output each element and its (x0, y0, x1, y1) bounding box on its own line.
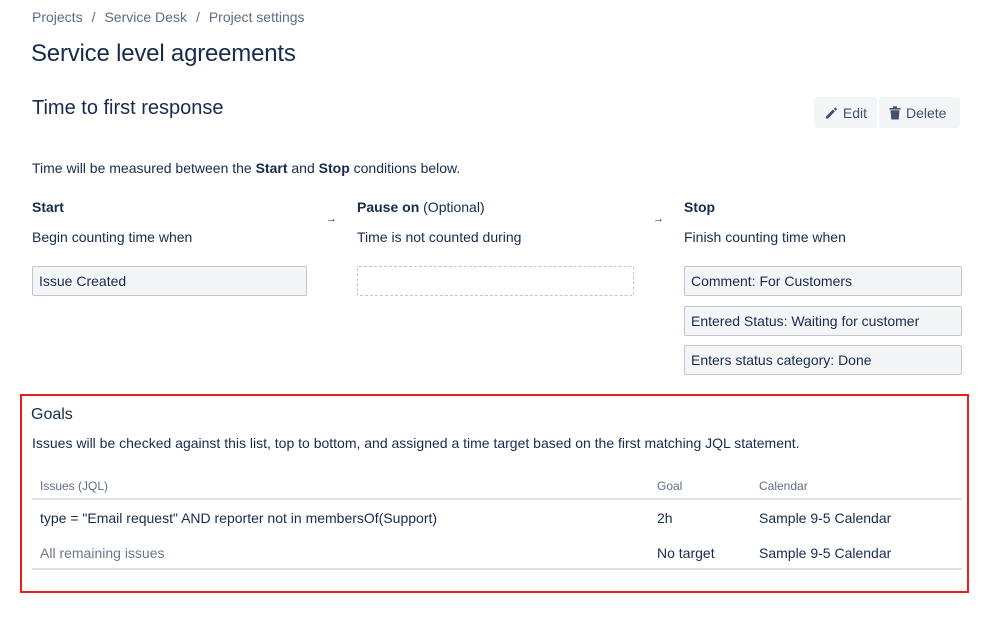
column-header-jql: Issues (JQL) (40, 479, 109, 493)
stop-subtitle: Finish counting time when (684, 229, 846, 245)
breadcrumb: Projects / Service Desk / Project settin… (32, 9, 305, 25)
column-header-goal: Goal (657, 479, 683, 493)
goal-target: 2h (657, 510, 673, 526)
goal-calendar: Sample 9-5 Calendar (759, 510, 892, 526)
edit-label: Edit (842, 104, 867, 121)
column-header-calendar: Calendar (759, 479, 808, 493)
measurement-description: Time will be measured between the Start … (32, 160, 461, 176)
start-subtitle: Begin counting time when (32, 229, 193, 245)
goal-jql: All remaining issues (40, 545, 165, 561)
goals-description: Issues will be checked against this list… (32, 435, 800, 451)
delete-button[interactable]: Delete (879, 97, 960, 128)
start-column: Start Begin counting time when (32, 199, 308, 245)
pause-condition-empty (357, 266, 634, 296)
sla-actions: Edit Delete (814, 97, 960, 128)
stop-condition: Entered Status: Waiting for customer (684, 306, 962, 336)
delete-label: Delete (906, 104, 947, 121)
table-row: type = "Email request" AND reporter not … (32, 500, 962, 535)
breadcrumb-separator: / (195, 9, 200, 25)
page-title: Service level agreements (31, 40, 296, 67)
arrow-icon: → (653, 213, 664, 225)
goals-table: Issues (JQL) Goal Calendar type = "Email… (32, 474, 962, 570)
goal-calendar: Sample 9-5 Calendar (759, 545, 892, 561)
optional-label: (Optional) (423, 199, 485, 215)
sla-name: Time to first response (32, 97, 224, 119)
breadcrumb-projects[interactable]: Projects (32, 9, 83, 25)
pencil-icon (825, 106, 838, 118)
stop-condition: Enters status category: Done (684, 345, 962, 375)
goals-heading: Goals (31, 406, 73, 423)
stop-column: Stop Finish counting time when (684, 199, 960, 245)
pause-column: Pause on (Optional) Time is not counted … (357, 199, 633, 245)
start-heading: Start (32, 199, 64, 215)
table-header: Issues (JQL) Goal Calendar (32, 474, 962, 500)
edit-button[interactable]: Edit (814, 97, 877, 128)
stop-condition: Comment: For Customers (684, 266, 962, 296)
breadcrumb-service-desk[interactable]: Service Desk (104, 9, 186, 25)
pause-subtitle: Time is not counted during (357, 229, 522, 245)
goal-jql: type = "Email request" AND reporter not … (40, 510, 438, 526)
table-row: All remaining issues No target Sample 9-… (32, 535, 962, 570)
arrow-icon: → (326, 213, 337, 225)
goal-target: No target (657, 545, 715, 561)
trash-icon (889, 105, 901, 119)
breadcrumb-separator: / (91, 9, 96, 25)
breadcrumb-project-settings[interactable]: Project settings (209, 9, 305, 25)
pause-heading: Pause on (Optional) (357, 199, 485, 215)
stop-heading: Stop (684, 199, 716, 215)
start-condition: Issue Created (32, 266, 307, 296)
